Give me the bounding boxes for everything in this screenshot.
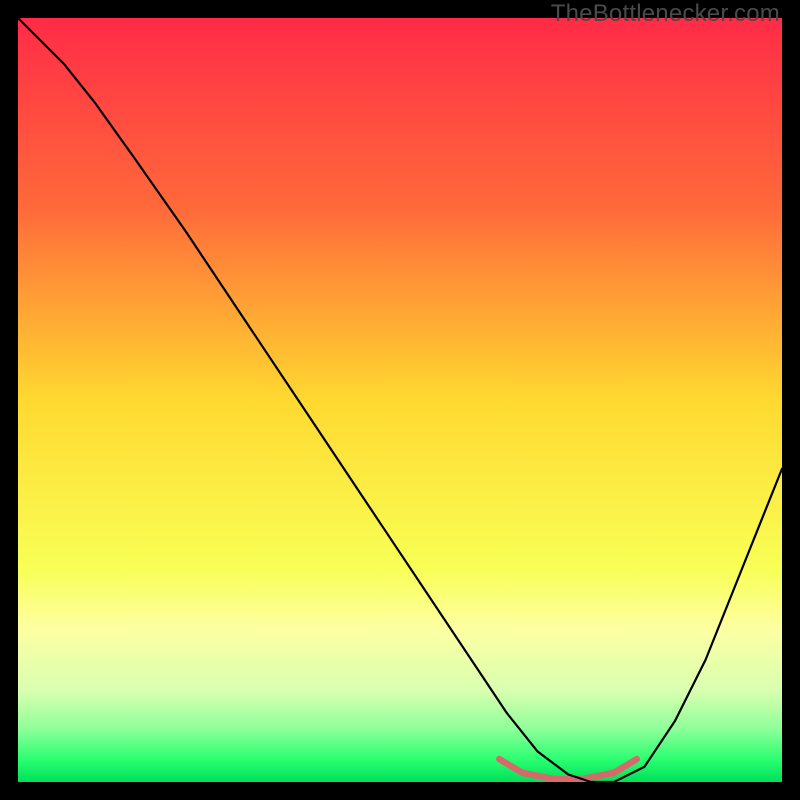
chart-frame [18,18,782,782]
watermark-text: TheBottlenecker.com [551,0,780,28]
gradient-background [18,18,782,782]
bottleneck-chart [18,18,782,782]
